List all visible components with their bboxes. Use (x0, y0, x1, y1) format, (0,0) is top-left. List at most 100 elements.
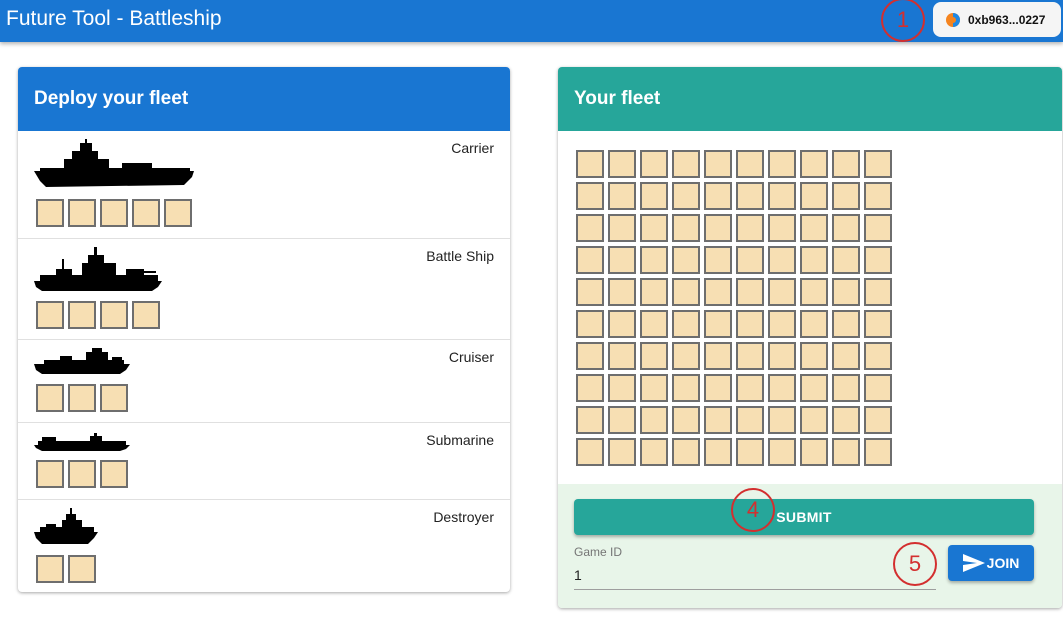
grid-cell[interactable] (576, 182, 604, 210)
ship-row-battleship[interactable]: Battle Ship (18, 239, 510, 340)
grid-cell[interactable] (576, 310, 604, 338)
grid-cell[interactable] (736, 342, 764, 370)
ship-row-cruiser[interactable]: Cruiser (18, 340, 510, 423)
grid-cell[interactable] (736, 182, 764, 210)
ship-cell[interactable] (36, 460, 64, 488)
grid-cell[interactable] (576, 406, 604, 434)
grid-cell[interactable] (704, 214, 732, 242)
ship-cell[interactable] (100, 301, 128, 329)
grid-cell[interactable] (608, 374, 636, 402)
grid-cell[interactable] (640, 342, 668, 370)
grid-cell[interactable] (768, 182, 796, 210)
ship-cell[interactable] (68, 460, 96, 488)
ship-cell[interactable] (100, 384, 128, 412)
grid-cell[interactable] (640, 374, 668, 402)
grid-cell[interactable] (672, 310, 700, 338)
grid-cell[interactable] (832, 406, 860, 434)
grid-cell[interactable] (832, 278, 860, 306)
grid-cell[interactable] (864, 182, 892, 210)
grid-cell[interactable] (800, 374, 828, 402)
grid-cell[interactable] (608, 246, 636, 274)
grid-cell[interactable] (800, 342, 828, 370)
grid-cell[interactable] (832, 150, 860, 178)
ship-row-destroyer[interactable]: Destroyer (18, 500, 510, 592)
grid-cell[interactable] (576, 150, 604, 178)
grid-cell[interactable] (864, 214, 892, 242)
grid-cell[interactable] (640, 182, 668, 210)
grid-cell[interactable] (672, 438, 700, 466)
grid-cell[interactable] (736, 406, 764, 434)
grid-cell[interactable] (768, 246, 796, 274)
grid-cell[interactable] (704, 406, 732, 434)
grid-cell[interactable] (608, 438, 636, 466)
grid-cell[interactable] (704, 438, 732, 466)
ship-cell[interactable] (100, 199, 128, 227)
grid-cell[interactable] (576, 214, 604, 242)
wallet-button[interactable]: 0xb963...0227 (933, 2, 1061, 37)
grid-cell[interactable] (576, 438, 604, 466)
grid-cell[interactable] (704, 342, 732, 370)
grid-cell[interactable] (576, 342, 604, 370)
grid-cell[interactable] (768, 342, 796, 370)
grid-cell[interactable] (704, 246, 732, 274)
grid-cell[interactable] (736, 310, 764, 338)
grid-cell[interactable] (768, 150, 796, 178)
grid-cell[interactable] (768, 278, 796, 306)
ship-cell[interactable] (36, 384, 64, 412)
ship-cell[interactable] (36, 555, 64, 583)
grid-cell[interactable] (736, 438, 764, 466)
ship-cell[interactable] (132, 199, 160, 227)
grid-cell[interactable] (768, 406, 796, 434)
grid-cell[interactable] (864, 374, 892, 402)
grid-cell[interactable] (704, 150, 732, 178)
ship-cell[interactable] (164, 199, 192, 227)
ship-row-carrier[interactable]: Carrier (18, 131, 510, 239)
grid-cell[interactable] (672, 406, 700, 434)
grid-cell[interactable] (832, 374, 860, 402)
grid-cell[interactable] (800, 246, 828, 274)
grid-cell[interactable] (864, 150, 892, 178)
grid-cell[interactable] (608, 310, 636, 338)
grid-cell[interactable] (800, 310, 828, 338)
grid-cell[interactable] (672, 214, 700, 242)
grid-cell[interactable] (672, 374, 700, 402)
grid-cell[interactable] (608, 342, 636, 370)
grid-cell[interactable] (800, 438, 828, 466)
grid-cell[interactable] (864, 246, 892, 274)
game-id-input[interactable] (574, 560, 936, 590)
grid-cell[interactable] (768, 374, 796, 402)
grid-cell[interactable] (608, 278, 636, 306)
grid-cell[interactable] (640, 214, 668, 242)
grid-cell[interactable] (608, 406, 636, 434)
grid-cell[interactable] (864, 438, 892, 466)
grid-cell[interactable] (800, 406, 828, 434)
grid-cell[interactable] (640, 406, 668, 434)
join-button[interactable]: JOIN (948, 545, 1034, 581)
grid-cell[interactable] (864, 278, 892, 306)
grid-cell[interactable] (608, 150, 636, 178)
grid-cell[interactable] (800, 150, 828, 178)
grid-cell[interactable] (608, 214, 636, 242)
grid-cell[interactable] (832, 310, 860, 338)
grid-cell[interactable] (576, 374, 604, 402)
ship-cell[interactable] (68, 301, 96, 329)
grid-cell[interactable] (832, 246, 860, 274)
ship-cell[interactable] (68, 555, 96, 583)
grid-cell[interactable] (672, 150, 700, 178)
grid-cell[interactable] (832, 342, 860, 370)
grid-cell[interactable] (672, 342, 700, 370)
grid-cell[interactable] (608, 182, 636, 210)
grid-cell[interactable] (864, 406, 892, 434)
ship-cell[interactable] (36, 199, 64, 227)
grid-cell[interactable] (736, 246, 764, 274)
grid-cell[interactable] (864, 310, 892, 338)
grid-cell[interactable] (576, 278, 604, 306)
grid-cell[interactable] (832, 438, 860, 466)
grid-cell[interactable] (864, 342, 892, 370)
grid-cell[interactable] (736, 150, 764, 178)
grid-cell[interactable] (800, 214, 828, 242)
grid-cell[interactable] (736, 278, 764, 306)
ship-cell[interactable] (68, 199, 96, 227)
grid-cell[interactable] (640, 278, 668, 306)
grid-cell[interactable] (800, 278, 828, 306)
